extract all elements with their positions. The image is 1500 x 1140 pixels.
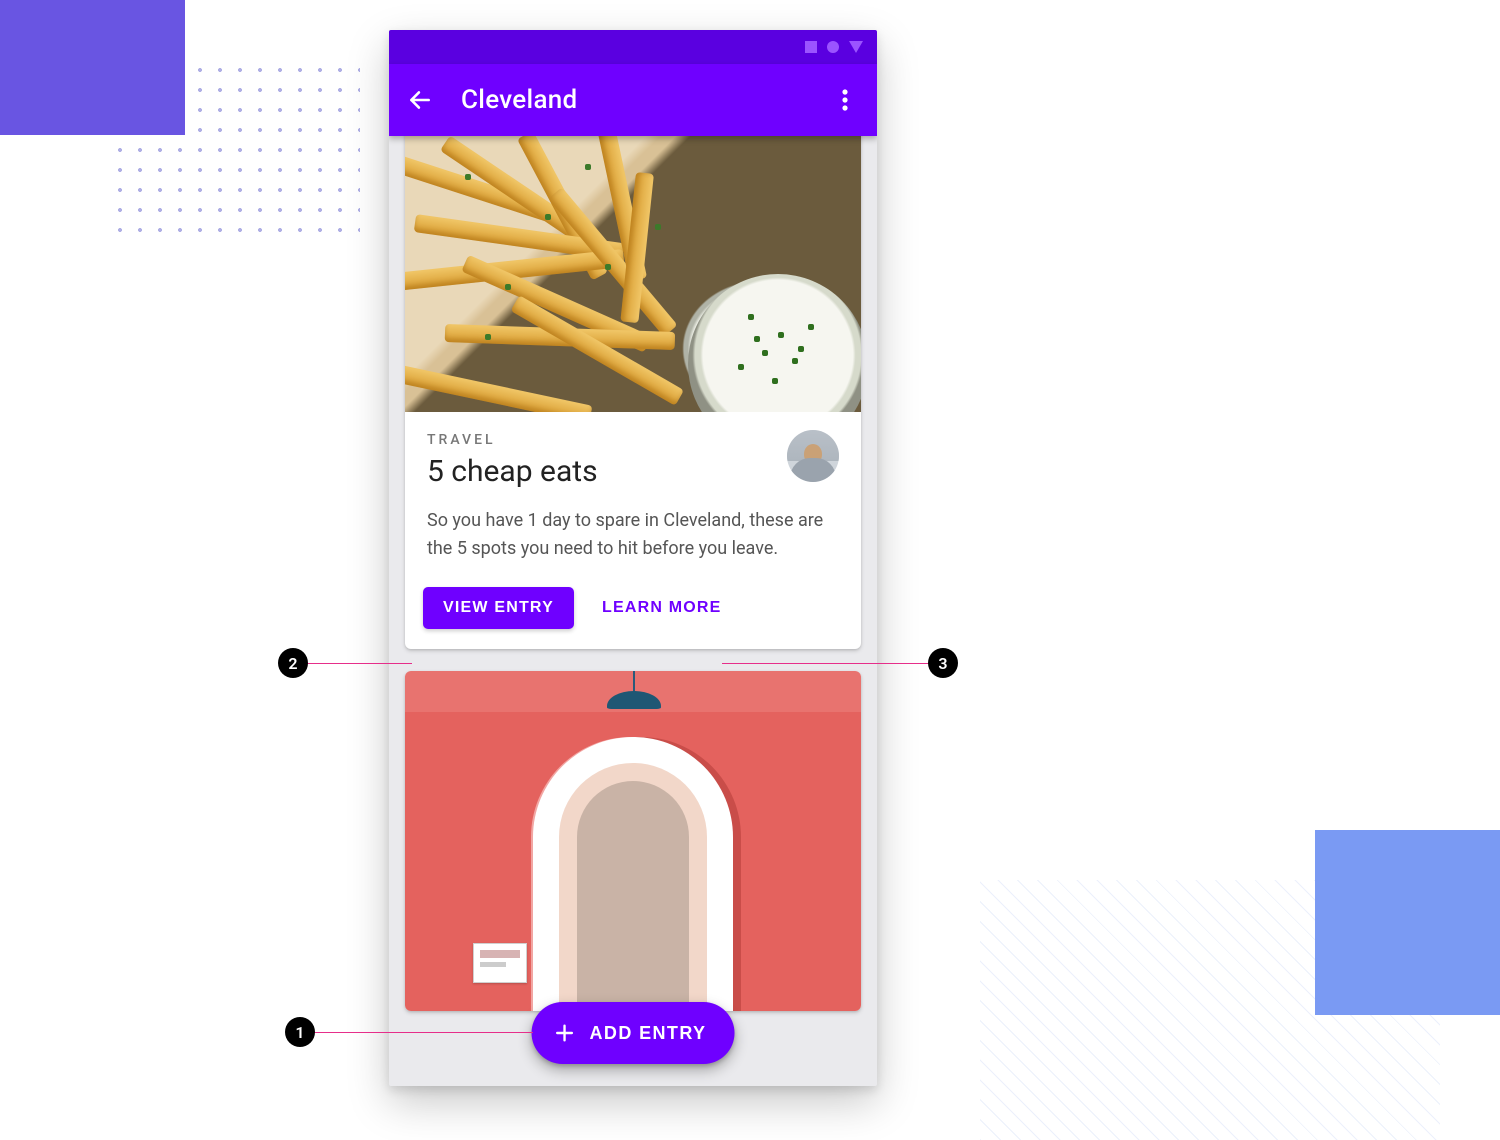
plus-icon — [554, 1022, 576, 1044]
app-bar-title: Cleveland — [461, 85, 578, 115]
card-five-cheap-eats[interactable]: TRAVEL 5 cheap eats So you have 1 day to… — [405, 136, 861, 649]
app-bar: Cleveland — [389, 64, 877, 136]
card-title: 5 cheap eats — [427, 454, 839, 489]
content-scroll[interactable]: TRAVEL 5 cheap eats So you have 1 day to… — [389, 136, 877, 1086]
arrow-back-icon — [407, 87, 433, 113]
decor-purple-square — [0, 0, 185, 135]
status-square-icon — [805, 41, 817, 53]
learn-more-button[interactable]: LEARN MORE — [594, 587, 730, 629]
annotation-badge-1: 1 — [285, 1017, 315, 1047]
status-triangle-icon — [849, 41, 863, 53]
overflow-menu-button[interactable] — [831, 89, 859, 111]
card-second[interactable] — [405, 671, 861, 1011]
phone-frame: Cleveland — [389, 30, 877, 1086]
annotation-badge-2: 2 — [278, 648, 308, 678]
annotation-line-2 — [306, 663, 412, 664]
decor-blue-square — [1315, 830, 1500, 1015]
status-circle-icon — [827, 41, 839, 53]
annotation-badge-3: 3 — [928, 648, 958, 678]
more-vert-icon — [842, 89, 848, 111]
card-image — [405, 136, 861, 412]
card-description: So you have 1 day to spare in Cleveland,… — [427, 507, 839, 563]
annotation-line-1 — [313, 1032, 533, 1033]
status-bar — [389, 30, 877, 64]
fab-label: ADD ENTRY — [590, 1023, 707, 1044]
card-overline: TRAVEL — [427, 432, 839, 448]
card-image — [405, 671, 861, 1011]
back-button[interactable] — [407, 87, 447, 113]
add-entry-fab[interactable]: ADD ENTRY — [532, 1002, 735, 1064]
author-avatar[interactable] — [787, 430, 839, 482]
view-entry-button[interactable]: VIEW ENTRY — [423, 587, 574, 629]
annotation-line-3 — [722, 663, 930, 664]
